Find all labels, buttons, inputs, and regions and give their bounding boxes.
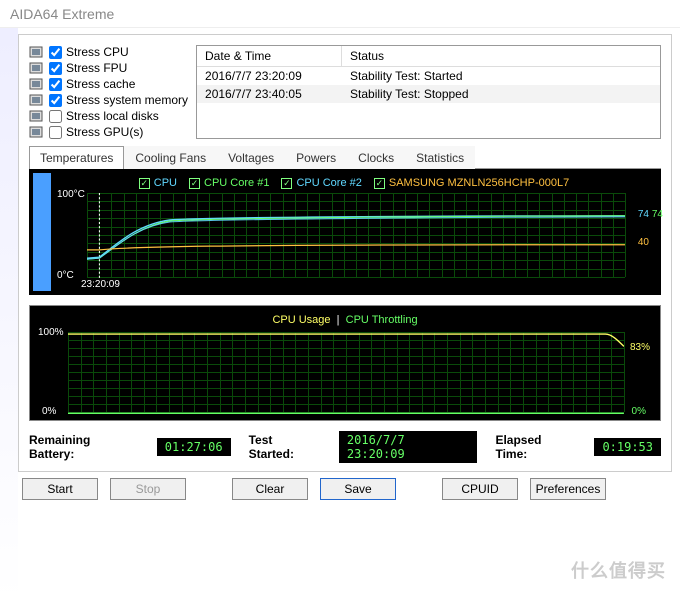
y-tick-100: 100°C [57, 189, 85, 200]
legend-label: CPU Core #1 [204, 177, 269, 189]
stability-test-panel: Stress CPU Stress FPU Stress cache Stress s… [18, 34, 672, 472]
stress-label: Stress CPU [66, 45, 129, 59]
event-datetime: 2016/7/7 23:20:09 [205, 69, 350, 83]
temperatures-chart: 100°C 0°C 74 74 40 23:20:09 [87, 193, 625, 277]
clear-button[interactable]: Clear [232, 478, 308, 500]
chart-tabs: TemperaturesCooling FansVoltagesPowersCl… [29, 145, 661, 169]
col-status[interactable]: Status [342, 46, 392, 66]
tab-clocks[interactable]: Clocks [347, 146, 405, 169]
cpu-usage-chart-title: CPU Usage | CPU Throttling [38, 312, 652, 332]
event-datetime: 2016/7/7 23:40:05 [205, 87, 350, 101]
stop-button[interactable]: Stop [110, 478, 186, 500]
x-start-time: 23:20:09 [81, 279, 120, 290]
stress-option-stress-local-disks[interactable]: Stress local disks [29, 109, 188, 123]
stress-option-stress-system-memory[interactable]: Stress system memory [29, 93, 188, 107]
legend-label: SAMSUNG MZNLN256HCHP-000L7 [389, 177, 569, 189]
y-tick-100pct: 100% [38, 327, 64, 338]
elapsed-label: Elapsed Time: [495, 433, 576, 461]
cpu-icon [29, 45, 45, 59]
cpu-usage-chart-panel: CPU Usage | CPU Throttling 100% 0% 83% 0… [29, 305, 661, 421]
stress-checkbox[interactable] [49, 110, 62, 123]
legend-item[interactable]: ✓ SAMSUNG MZNLN256HCHP-000L7 [374, 177, 569, 189]
r-label-74b: 74 [652, 209, 663, 220]
event-status: Stability Test: Stopped [350, 87, 469, 101]
legend-label: CPU Core #2 [296, 177, 361, 189]
stress-label: Stress FPU [66, 61, 127, 75]
legend-item[interactable]: ✓ CPU Core #1 [189, 177, 269, 189]
temperatures-chart-panel: ✓ CPU ✓ CPU Core #1 ✓ CPU Core #2 ✓ SAMSUNG MZN… [29, 169, 661, 295]
cache-icon [29, 77, 45, 91]
event-log: Date & Time Status 2016/7/7 23:20:09Stab… [196, 45, 661, 139]
status-bar: Remaining Battery: 01:27:06 Test Started… [29, 431, 661, 463]
watermark: 什么值得买 [571, 557, 666, 583]
stress-option-stress-cpu[interactable]: Stress CPU [29, 45, 188, 59]
stress-checkbox[interactable] [49, 94, 62, 107]
stress-option-stress-cache[interactable]: Stress cache [29, 77, 188, 91]
legend-checkbox-icon: ✓ [281, 178, 292, 189]
event-row[interactable]: 2016/7/7 23:20:09Stability Test: Started [197, 67, 660, 85]
battery-label: Remaining Battery: [29, 433, 139, 461]
fpu-icon [29, 61, 45, 75]
cpuid-button[interactable]: CPUID [442, 478, 518, 500]
series-ssd [87, 245, 625, 250]
legend-label: CPU [154, 177, 177, 189]
series-cpu-usage [68, 334, 624, 346]
stress-option-stress-fpu[interactable]: Stress FPU [29, 61, 188, 75]
event-log-header: Date & Time Status [197, 46, 660, 67]
stress-label: Stress local disks [66, 109, 159, 123]
disk-icon [29, 109, 45, 123]
r-label-40: 40 [638, 237, 649, 248]
preferences-button[interactable]: Preferences [530, 478, 606, 500]
cpu-usage-chart: 100% 0% 83% 0% [68, 332, 624, 412]
stress-label: Stress GPU(s) [66, 125, 143, 139]
window-title: AIDA64 Extreme [0, 0, 680, 28]
tab-statistics[interactable]: Statistics [405, 146, 475, 169]
started-value: 2016/7/7 23:20:09 [339, 431, 478, 463]
elapsed-value: 0:19:53 [594, 438, 661, 456]
r-label-usage: 83% [630, 342, 650, 353]
start-button[interactable]: Start [22, 478, 98, 500]
y-tick-0: 0°C [57, 270, 74, 281]
legend-checkbox-icon: ✓ [139, 178, 150, 189]
event-status: Stability Test: Started [350, 69, 463, 83]
button-bar: Start Stop Clear Save CPUID Preferences [18, 478, 680, 500]
tab-powers[interactable]: Powers [285, 146, 347, 169]
stress-checkbox[interactable] [49, 46, 62, 59]
temperatures-legend: ✓ CPU ✓ CPU Core #1 ✓ CPU Core #2 ✓ SAMSUNG MZN… [55, 175, 653, 193]
tab-cooling-fans[interactable]: Cooling Fans [124, 146, 217, 169]
stress-options: Stress CPU Stress FPU Stress cache Stress s… [29, 45, 188, 139]
legend-checkbox-icon: ✓ [189, 178, 200, 189]
sensor-selection-strip[interactable] [33, 173, 51, 291]
stress-checkbox[interactable] [49, 126, 62, 139]
y-tick-0pct: 0% [42, 406, 56, 417]
r-label-74a: 74 [638, 209, 649, 220]
stress-checkbox[interactable] [49, 78, 62, 91]
memory-icon [29, 93, 45, 107]
stress-option-stress-gpu-s-[interactable]: Stress GPU(s) [29, 125, 188, 139]
tab-temperatures[interactable]: Temperatures [29, 146, 124, 169]
col-datetime[interactable]: Date & Time [197, 46, 342, 66]
series-cpu-core2 [87, 217, 625, 259]
gpu-icon [29, 125, 45, 139]
left-dock-strip [0, 28, 18, 601]
stress-label: Stress system memory [66, 93, 188, 107]
event-row[interactable]: 2016/7/7 23:40:05Stability Test: Stopped [197, 85, 660, 103]
started-label: Test Started: [249, 433, 321, 461]
stress-checkbox[interactable] [49, 62, 62, 75]
r-label-throttle: 0% [632, 406, 646, 417]
legend-item[interactable]: ✓ CPU [139, 177, 177, 189]
legend-checkbox-icon: ✓ [374, 178, 385, 189]
battery-value: 01:27:06 [157, 438, 231, 456]
stress-label: Stress cache [66, 77, 135, 91]
save-button[interactable]: Save [320, 478, 396, 500]
legend-item[interactable]: ✓ CPU Core #2 [281, 177, 361, 189]
tab-voltages[interactable]: Voltages [217, 146, 285, 169]
